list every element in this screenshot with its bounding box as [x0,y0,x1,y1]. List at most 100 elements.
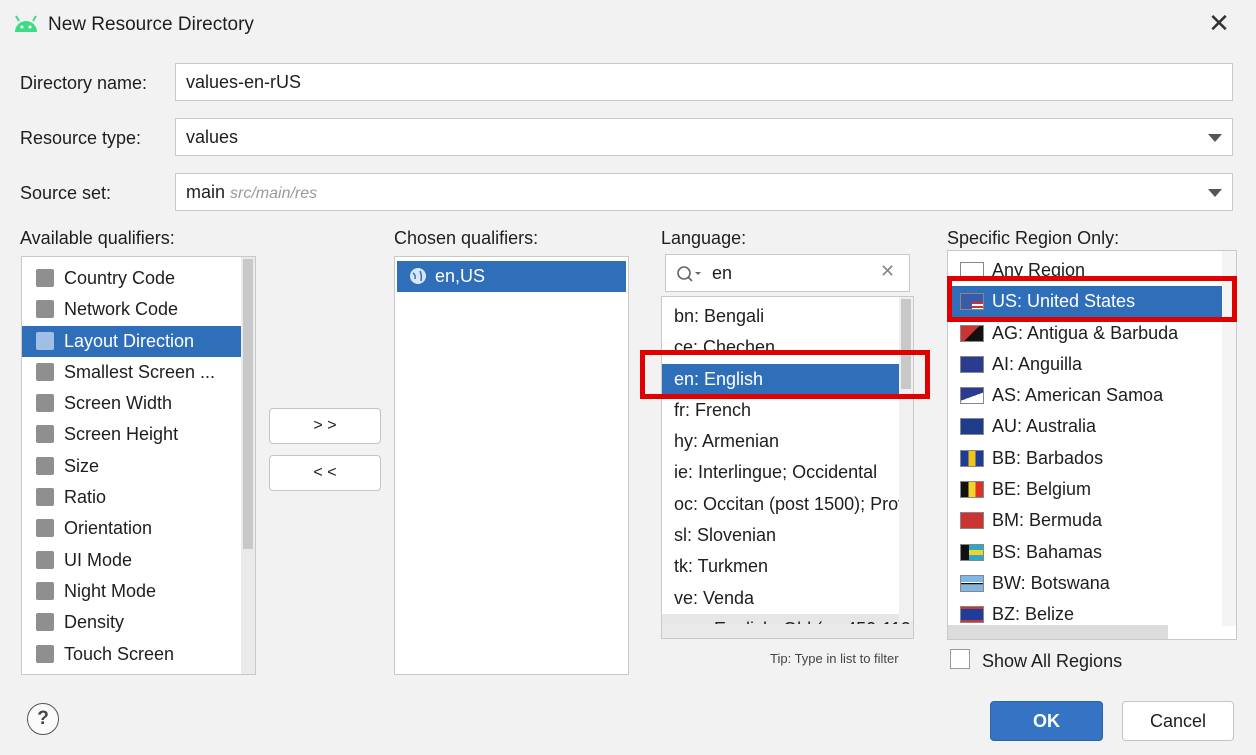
qualifier-item-label: UI Mode [64,549,133,570]
language-item[interactable]: fr: French [662,395,913,426]
cancel-button[interactable]: Cancel [1122,701,1234,741]
region-item-label: BM: Bermuda [992,510,1103,531]
chevron-down-icon [1208,189,1222,197]
show-all-regions-checkbox[interactable] [950,649,970,669]
bm-flag-icon [960,512,984,530]
language-item[interactable]: hy: Armenian [662,426,913,457]
qualifier-item-label: Screen Height [64,424,179,445]
ai-flag-icon [960,355,984,373]
qualifier-item-label: Density [64,612,125,633]
source-set-label: Source set: [20,183,112,203]
bs-flag-icon [960,543,984,561]
region-item[interactable]: BE: Belgium [948,474,1236,505]
clear-icon[interactable]: ✕ [880,261,895,282]
region-highlight-box [947,276,1237,322]
resource-type-label: Resource type: [20,128,142,148]
qualifier-item[interactable]: Orientation [22,513,255,544]
scrollbar[interactable] [899,297,913,622]
ok-button[interactable]: OK [990,701,1103,741]
resource-type-value: values [186,127,239,147]
source-set-select[interactable]: main src/main/res [175,173,1233,211]
android-icon [15,15,37,32]
window-title: New Resource Directory [48,14,254,35]
qualifier-item[interactable]: Layout Direction [22,325,255,357]
qualifier-item[interactable]: Ratio [22,482,255,513]
region-item[interactable]: BS: Bahamas [948,537,1236,568]
qualifier-item[interactable]: Smallest Screen ... [22,357,255,388]
resource-type-select[interactable]: values [175,118,1233,156]
qualifier-item[interactable]: Country Code [22,263,255,294]
region-item[interactable]: BB: Barbados [948,443,1236,474]
help-button[interactable]: ? [27,703,59,735]
chosen-qualifiers-label: Chosen qualifiers: [394,228,539,248]
language-item[interactable]: ie: Interlingue; Occidental [662,457,913,488]
au-flag-icon [960,418,984,436]
chosen-item[interactable]: en,US [397,261,626,293]
layout-direction-icon [36,331,54,350]
region-item-label: BW: Botswana [992,572,1110,593]
language-item-label: bn: Bengali [674,306,765,326]
region-item[interactable]: AU: Australia [948,411,1236,442]
language-label: Language: [661,228,747,248]
night-mode-icon [36,581,54,600]
qualifier-item[interactable]: UI Mode [22,545,255,576]
region-item-label: AS: American Samoa [992,385,1164,406]
language-item-label: oc: Occitan (post 1500); Prov [674,493,908,514]
language-item[interactable]: tk: Turkmen [662,551,913,582]
chosen-item-label: en,US [435,266,486,286]
density-icon [36,613,54,632]
region-item-label: BS: Bahamas [992,541,1103,562]
bz-flag-icon [960,606,984,624]
language-item[interactable]: sl: Slovenian [662,520,913,551]
region-item-label: BB: Barbados [992,447,1104,468]
qualifier-item-label: Layout Direction [64,330,195,351]
chevron-down-icon [1208,134,1222,142]
qualifier-item[interactable]: Screen Height [22,419,255,450]
smallest-screen-icon [36,362,54,381]
globe-icon [410,268,426,284]
language-item[interactable]: bn: Bengali [662,301,913,332]
language-highlight-box [640,350,930,399]
qualifier-item-label: Country Code [64,268,176,288]
qualifier-item[interactable]: Night Mode [22,576,255,607]
available-qualifiers-list[interactable]: Country Code Network Code Layout Direction… [21,256,256,675]
qualifier-item-label: Size [64,455,100,476]
region-item[interactable]: AG: Antigua & Barbuda [948,318,1236,349]
region-item[interactable]: BM: Bermuda [948,505,1236,536]
remove-qualifier-button[interactable]: < < [269,455,381,491]
region-item-label: AU: Australia [992,416,1097,437]
horizontal-scrollbar[interactable] [662,624,913,638]
ui-mode-icon [36,550,54,569]
qualifier-item[interactable]: Screen Width [22,388,255,419]
qualifier-item[interactable]: Density [22,607,255,638]
directory-name-input[interactable]: values-en-rUS [175,63,1233,101]
language-item[interactable]: oc: Occitan (post 1500); Prov [662,489,913,520]
screen-height-icon [36,425,54,444]
language-search-input[interactable]: en ✕ [665,254,910,292]
search-icon [677,266,701,282]
qualifier-item-label: Orientation [64,518,153,539]
country-code-icon [36,269,54,287]
network-code-icon [36,300,54,319]
ag-flag-icon [960,324,984,342]
show-all-regions-label: Show All Regions [982,651,1123,671]
region-item[interactable]: AS: American Samoa [948,380,1236,411]
horizontal-scrollbar[interactable] [948,625,1168,639]
chosen-qualifiers-list[interactable]: en,US [394,256,629,675]
region-item[interactable]: AI: Anguilla [948,349,1236,380]
qualifier-item[interactable]: Touch Screen [22,639,255,670]
language-tip: Tip: Type in list to filter [770,651,899,666]
region-item[interactable]: BW: Botswana [948,568,1236,599]
add-qualifier-button[interactable]: > > [269,408,381,444]
available-qualifiers-label: Available qualifiers: [20,228,175,248]
scrollbar[interactable] [241,257,255,674]
language-item-label: hy: Armenian [674,431,780,452]
qualifier-item[interactable]: Size [22,451,255,482]
bb-flag-icon [960,449,984,467]
bw-flag-icon [960,574,984,592]
qualifier-item[interactable]: Network Code [22,294,255,325]
language-item[interactable]: ve: Venda [662,583,913,614]
language-list[interactable]: bn: Bengali ce: Chechen en: English fr: Fre… [661,296,914,639]
close-icon[interactable]: ✕ [1206,10,1232,36]
source-set-value: main [186,182,226,202]
